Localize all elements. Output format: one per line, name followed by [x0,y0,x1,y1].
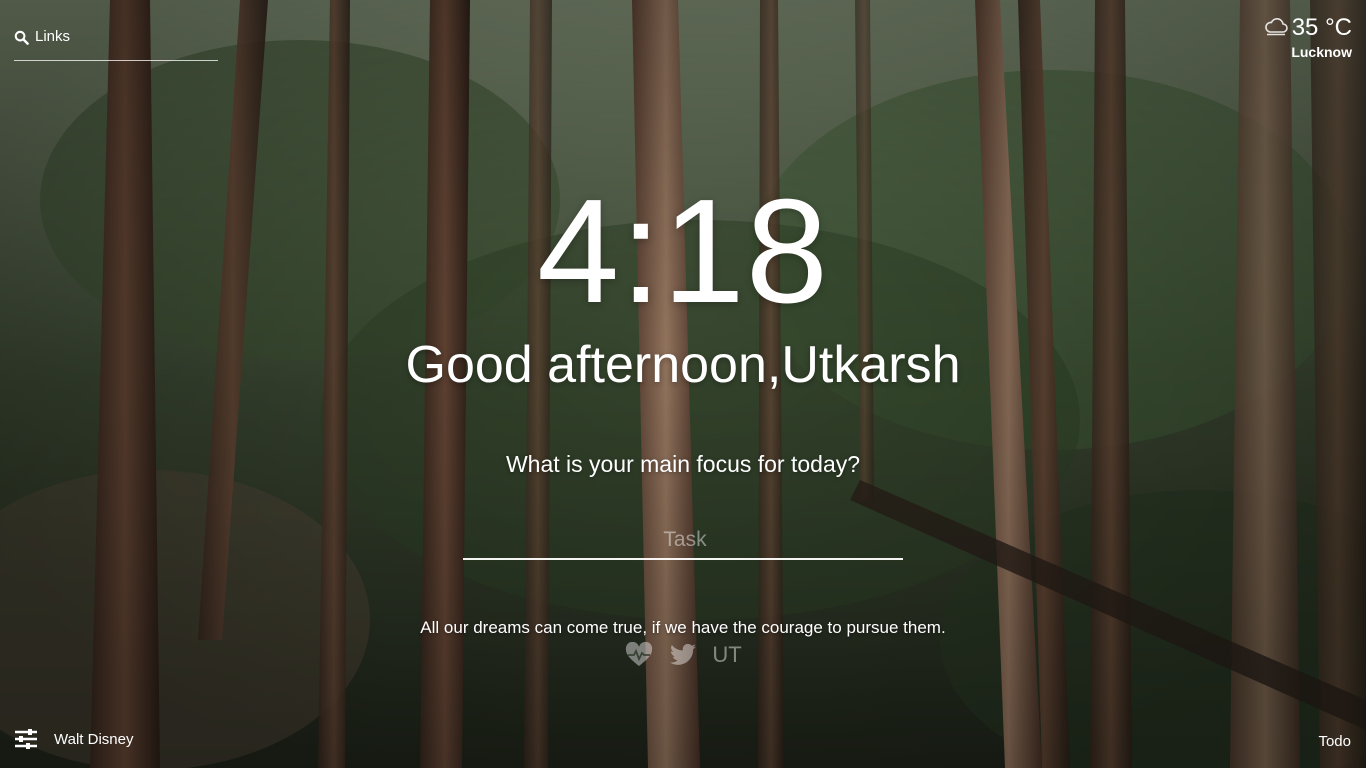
focus-question: What is your main focus for today? [505,451,861,477]
todo-button[interactable]: Todo [1318,733,1351,750]
user-initials[interactable]: UT [712,642,741,668]
cloud-icon [1264,16,1288,41]
quote-author: Walt Disney [54,730,134,748]
search-icon [14,28,29,50]
dashboard: Links 35 °C Lucknow 4:18 Good afternoon,… [0,0,1366,768]
links-search[interactable]: Links [14,28,218,61]
quote-actions: UT [0,642,1366,668]
clock-time: 4:18 [536,169,830,334]
quote-text: All our dreams can come true, if we have… [420,618,946,637]
settings-area: Walt Disney [14,729,133,749]
links-label: Links [35,28,71,45]
weather-temperature: 35 °C [1291,14,1352,41]
heart-pulse-icon[interactable] [624,642,654,668]
task-input-container [463,522,907,560]
greeting-text: Good afternoon,Utkarsh [405,336,961,394]
weather-city: Lucknow [1291,44,1352,60]
twitter-icon[interactable] [668,642,698,668]
weather-widget[interactable]: 35 °C Lucknow [1264,14,1352,60]
sliders-icon[interactable] [14,729,38,749]
task-input[interactable] [463,522,907,558]
